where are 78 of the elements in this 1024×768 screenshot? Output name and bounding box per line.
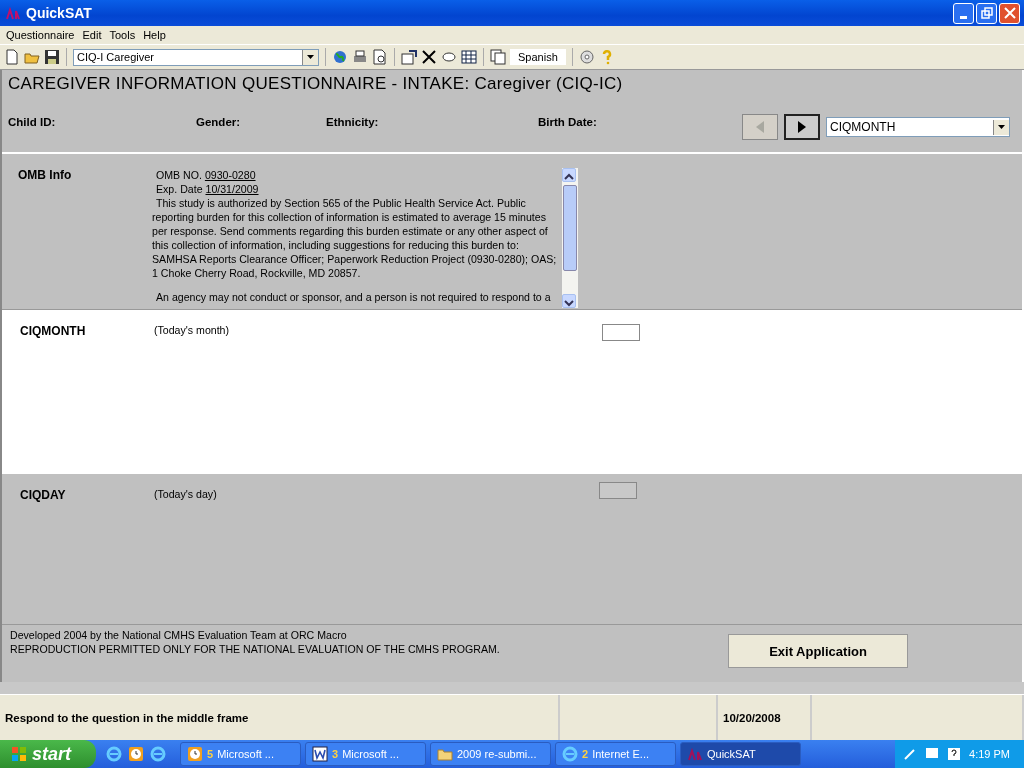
folder-icon xyxy=(437,746,453,762)
credit-text: Developed 2004 by the National CMHS Evaluation Team at ORC Macro xyxy=(10,628,348,642)
menu-item[interactable]: Tools xyxy=(105,29,140,41)
right-triangle-icon xyxy=(798,121,806,133)
speech-bubble-icon[interactable] xyxy=(441,49,457,65)
minimize-icon xyxy=(960,15,967,19)
documents-icon[interactable] xyxy=(490,49,506,65)
omb-label: OMB NO. xyxy=(156,169,202,181)
new-file-icon[interactable] xyxy=(4,49,20,65)
scroll-down-button[interactable] xyxy=(562,294,576,308)
window-title: QuickSAT xyxy=(26,5,93,21)
taskbar-button[interactable]: 2009 re-submi... xyxy=(430,742,551,766)
question-name: CIQMONTH xyxy=(20,324,87,340)
field-label: Birth Date: xyxy=(538,116,598,128)
globe-icon[interactable] xyxy=(332,49,348,65)
field-label: Gender: xyxy=(196,116,242,128)
exit-button[interactable]: Exit Application xyxy=(728,634,908,668)
globe-e-icon xyxy=(562,746,578,762)
question-prompt: (Today's day) xyxy=(154,488,217,502)
taskbar-button[interactable]: QuickSAT xyxy=(680,742,801,766)
save-icon[interactable] xyxy=(44,49,60,65)
menu-item[interactable]: Edit xyxy=(78,29,106,41)
disc-icon[interactable] xyxy=(578,49,595,65)
print-preview-icon[interactable] xyxy=(372,49,388,65)
figure-icon xyxy=(687,746,703,762)
globe-e-icon xyxy=(106,746,122,762)
taskbar-button[interactable]: 5 Microsoft ... xyxy=(180,742,301,766)
close-icon xyxy=(1003,7,1016,19)
menu-item[interactable]: Questionnaire xyxy=(2,29,79,41)
grid-icon[interactable] xyxy=(461,49,477,65)
down-chevron-icon xyxy=(564,299,574,307)
globe-e-icon xyxy=(150,746,166,762)
questionnaire-dropdown[interactable]: CIQ-I Caregiver xyxy=(73,48,319,66)
taskbar-button[interactable]: 2 Internet E... xyxy=(555,742,676,766)
caret-icon xyxy=(998,125,1005,129)
scrollbar[interactable] xyxy=(562,168,578,308)
scroll-thumb[interactable] xyxy=(563,185,577,271)
left-triangle-icon xyxy=(756,121,764,133)
question-name: CIQDAY xyxy=(20,488,67,504)
next-button[interactable] xyxy=(784,114,820,140)
omb-paragraph: This study is authorized by Section 565 of the Public Health Service Act. Public reporting burden for this collection of information is estimated to average 15 minutes per response. Send comments regarding this burden estimate or any other aspect of this collection of information, including suggestions for reducing this burden to: SAMHSA Reports Clearance Officer; Paperwork Reduction Project (0930-0280); OAS; 1 Choke Cherry Road, Rockville, MD 20857. xyxy=(152,196,558,280)
windows-flag-icon xyxy=(10,746,28,762)
omb-paragraph: An agency may not conduct or sponsor, and a person is not required to respond to a xyxy=(155,290,552,304)
print-icon[interactable] xyxy=(352,49,368,65)
restore-button[interactable] xyxy=(976,2,997,24)
scroll-up-button[interactable] xyxy=(562,168,576,182)
omb-number: 0930-0280 xyxy=(204,169,256,181)
question-row[interactable]: CIQMONTH (Today's month) xyxy=(2,310,1022,474)
minimize-button[interactable] xyxy=(953,2,974,24)
menu-item[interactable]: Help xyxy=(139,29,170,41)
clock-icon xyxy=(128,746,144,762)
up-chevron-icon xyxy=(564,173,574,181)
delete-icon[interactable] xyxy=(421,49,437,65)
field-label: Ethnicity: xyxy=(326,116,380,128)
restore-icon xyxy=(980,7,993,19)
document-icon xyxy=(312,746,328,762)
clock-text: 4:19 PM xyxy=(969,748,1010,760)
taskbar-button[interactable]: 3 Microsoft ... xyxy=(305,742,426,766)
caret-icon xyxy=(307,55,314,59)
notice-text: REPRODUCTION PERMITTED ONLY FOR THE NATIONAL EVALUATION OF THE CMHS PROGRAM. xyxy=(10,642,500,656)
expiration-label: Exp. Date xyxy=(156,183,203,195)
expiration-date: 10/31/2009 xyxy=(205,183,259,195)
clock-icon xyxy=(187,746,203,762)
close-button[interactable] xyxy=(999,2,1020,24)
section-label: OMB Info xyxy=(18,168,73,184)
answer-field[interactable] xyxy=(602,324,640,341)
question-row[interactable]: CIQDAY (Today's day) xyxy=(2,474,1022,625)
chat-icon xyxy=(925,747,940,761)
pen-icon xyxy=(903,747,918,761)
help-icon xyxy=(947,747,962,761)
properties-icon[interactable] xyxy=(401,49,417,65)
figure-icon xyxy=(4,5,22,21)
question-dropdown[interactable]: CIQMONTH xyxy=(826,117,1010,137)
answer-field[interactable] xyxy=(599,482,637,499)
question-prompt: (Today's month) xyxy=(154,324,230,338)
field-label: Child ID: xyxy=(8,116,57,128)
language-button[interactable]: Spanish xyxy=(510,49,566,65)
form-title: CAREGIVER INFORMATION QUESTIONNAIRE - INTAKE: Caregiver (CIQ-IC) xyxy=(8,74,624,94)
